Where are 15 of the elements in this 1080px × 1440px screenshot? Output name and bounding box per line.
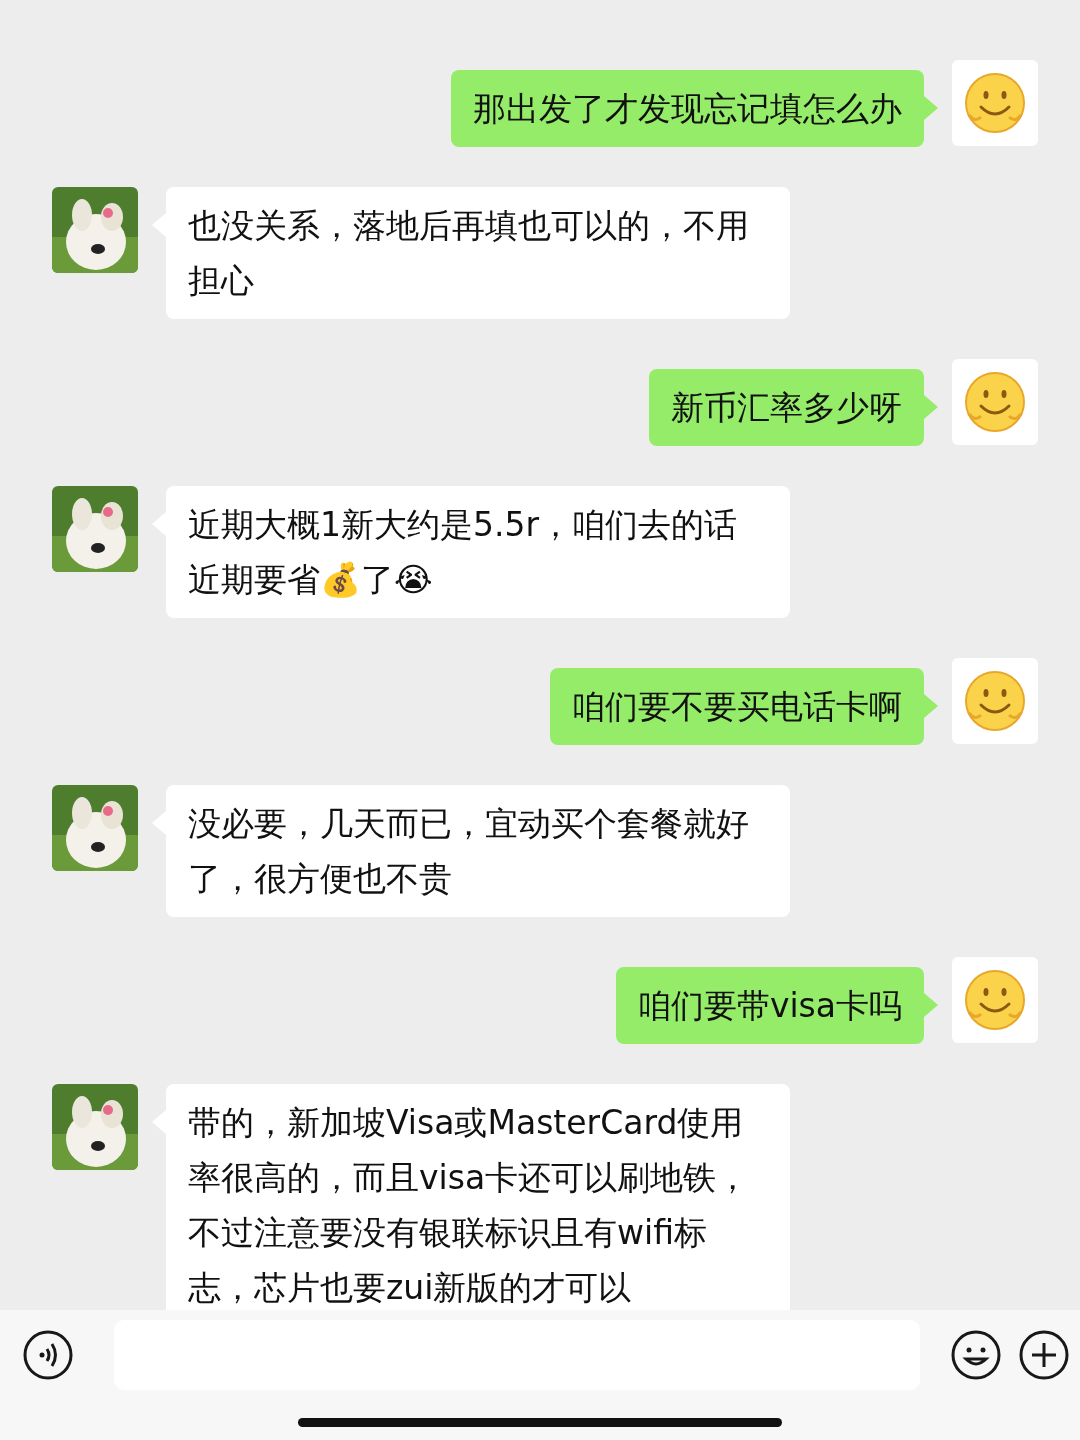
message-bubble: 近期大概1新大约是5.5r，咱们去的话近期要省💰了😭 (166, 486, 790, 618)
message-bubble: 新币汇率多少呀 (649, 369, 924, 446)
plus-icon[interactable] (1018, 1329, 1070, 1381)
message-bubble: 没必要，几天而已，宜动买个套餐就好了，很方便也不贵 (166, 785, 790, 917)
message-bubble: 咱们要带visa卡吗 (615, 967, 924, 1044)
voice-icon[interactable] (22, 1329, 74, 1381)
smiley-icon (963, 71, 1027, 135)
message-bubble: 也没关系，落地后再填也可以的，不用担心 (166, 187, 790, 319)
message-bubble: 带的，新加坡Visa或MasterCard使用率很高的，而且visa卡还可以刷地铁，不过注意要没有银联标识且有wifi标志，芯片也要zui新版的才可以 (166, 1084, 790, 1310)
message-bubble: 那出发了才发现忘记填怎么办 (451, 70, 924, 147)
message-bubble: 咱们要不要买电话卡啊 (550, 668, 924, 745)
smiley-icon (963, 370, 1027, 434)
smiley-icon (963, 968, 1027, 1032)
smiley-icon (963, 669, 1027, 733)
emoji-icon[interactable] (950, 1329, 1002, 1381)
